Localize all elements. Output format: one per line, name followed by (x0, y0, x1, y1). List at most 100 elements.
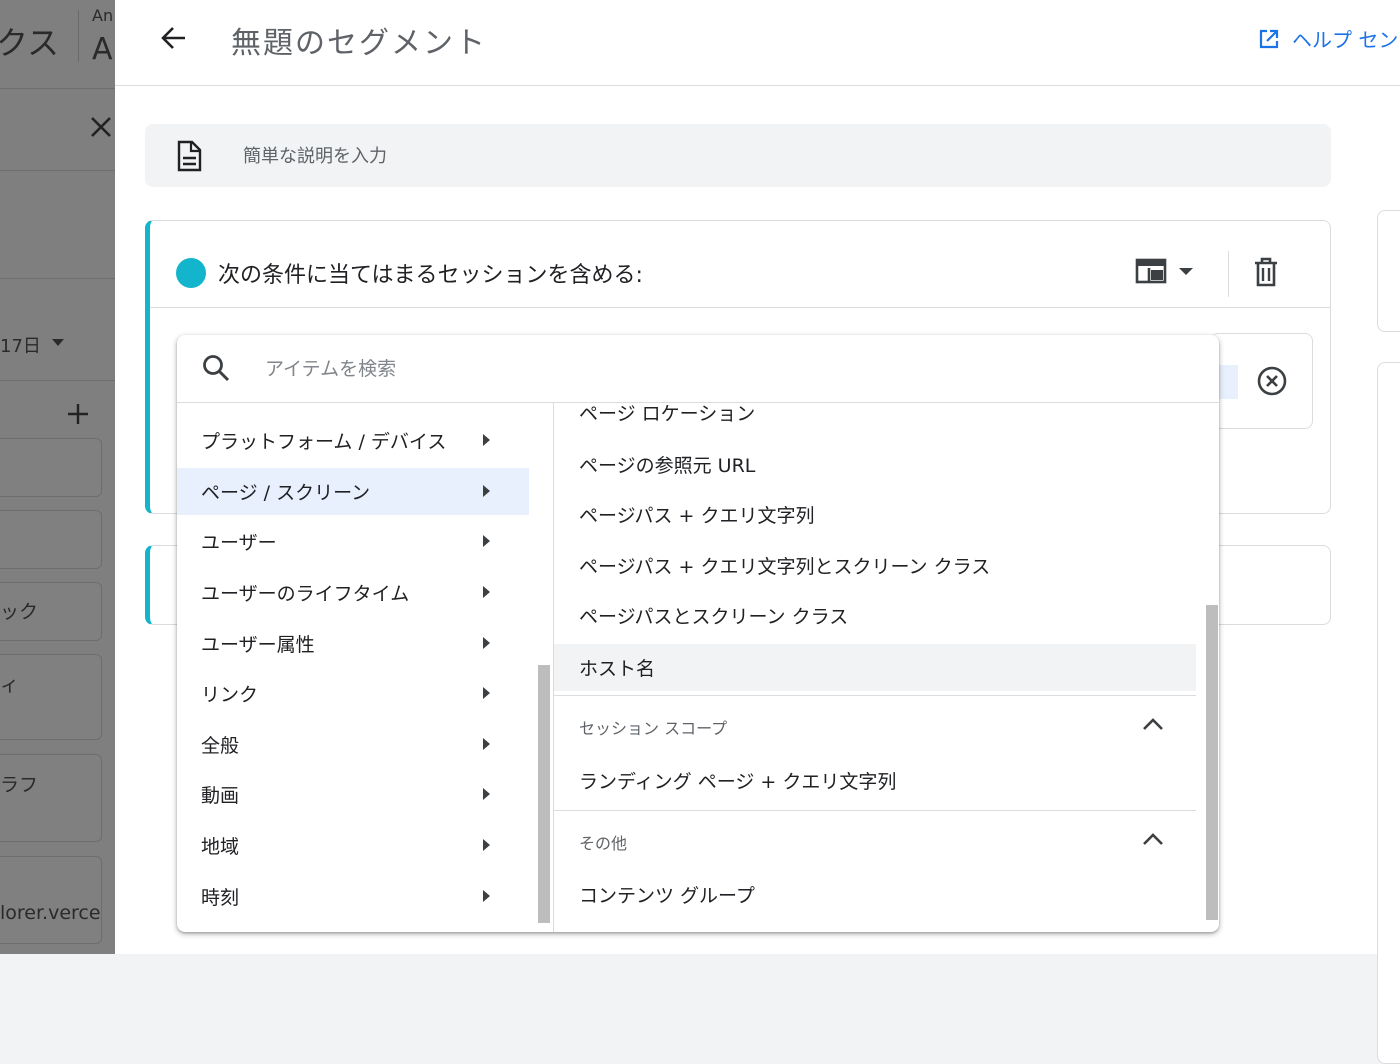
bg-list-item (0, 754, 102, 842)
delete-button[interactable] (1253, 257, 1279, 291)
dimension-list: ページ ロケーション ページの参照元 URL ページパス + クエリ文字列 ペー… (554, 403, 1219, 932)
arrow-left-icon (161, 27, 185, 49)
remove-condition-button[interactable] (1256, 365, 1288, 401)
help-center-label: ヘルプ セン (1292, 28, 1399, 52)
arrow-right-icon (483, 485, 490, 497)
group-header-other[interactable]: その他 (554, 810, 1196, 869)
arrow-right-icon (483, 839, 490, 851)
bg-app-letter: A (92, 32, 113, 67)
category-video[interactable]: 動画 (177, 771, 529, 818)
category-time[interactable]: 時刻 (177, 873, 529, 920)
arrow-right-icon (483, 788, 490, 800)
dimension-scrollbar[interactable] (1206, 605, 1218, 920)
dimension-item[interactable]: ページパス + クエリ文字列とスクリーン クラス (554, 542, 1196, 589)
dimension-item[interactable]: ページの参照元 URL (554, 441, 1196, 488)
arrow-right-icon (483, 586, 490, 598)
chevron-up-icon (1143, 718, 1163, 730)
dimension-label: ページの参照元 URL (579, 455, 756, 477)
bg-title-fragment: クス (0, 24, 60, 62)
bg-list-item (0, 438, 102, 497)
category-general[interactable]: 全般 (177, 721, 529, 768)
caret-down-icon (1179, 267, 1193, 275)
category-label: 動画 (201, 785, 240, 807)
open-in-new-icon (1259, 29, 1279, 48)
side-panel-card (1377, 362, 1400, 1064)
category-label: ユーザーのライフタイム (201, 583, 410, 605)
condition-title: 次の条件に当てはまるセッションを含める: (218, 263, 643, 288)
bg-item-label: ィ (0, 674, 20, 696)
category-scrollbar[interactable] (538, 665, 550, 923)
category-label: ユーザー (201, 532, 277, 554)
bg-divider (0, 170, 115, 171)
dimension-label: ページ ロケーション (579, 403, 756, 425)
cancel-circle-icon (1257, 366, 1287, 396)
bg-url-fragment: lorer.verce (0, 902, 101, 924)
group-header-session-scope[interactable]: セッション スコープ (554, 695, 1196, 754)
arrow-right-icon (483, 687, 490, 699)
page-title: 無題のセグメント (231, 26, 487, 61)
search-icon (203, 355, 230, 382)
category-geography[interactable]: 地域 (177, 822, 529, 869)
bg-list-item (0, 510, 102, 569)
scope-menu-button[interactable] (1135, 257, 1193, 285)
bg-divider (0, 380, 115, 381)
divider (1228, 251, 1229, 297)
dimension-item[interactable]: ページ ロケーション (554, 389, 1196, 436)
dimension-label: コンテンツ グループ (579, 885, 755, 907)
help-center-link[interactable]: ヘルプ セン (1258, 24, 1398, 53)
group-label: セッション スコープ (579, 719, 728, 738)
category-label: 時刻 (201, 887, 240, 909)
category-label: ページ / スクリーン (201, 482, 371, 504)
document-icon (177, 140, 202, 172)
group-label: その他 (579, 834, 628, 853)
chevron-up-icon (1143, 833, 1163, 845)
back-button[interactable] (159, 22, 189, 54)
condition-color-dot (176, 258, 206, 288)
category-list: プラットフォーム / デバイス ページ / スクリーン ユーザー ユーザーのライ… (177, 403, 554, 932)
bg-item-label: ラフ (0, 774, 39, 796)
bg-divider (0, 88, 115, 89)
category-platform-device[interactable]: プラットフォーム / デバイス (177, 417, 529, 464)
close-icon[interactable] (90, 116, 112, 142)
arrow-right-icon (483, 890, 490, 902)
category-user-attributes[interactable]: ユーザー属性 (177, 620, 529, 667)
dimension-label: ページパス + クエリ文字列 (579, 505, 815, 527)
add-icon[interactable] (66, 402, 90, 430)
category-label: 地域 (201, 836, 240, 858)
bg-list-item (0, 654, 102, 740)
dimension-item[interactable]: ページパス + クエリ文字列 (554, 491, 1196, 538)
bg-item-label: ック (0, 601, 39, 623)
bg-divider (78, 10, 79, 62)
category-label: リンク (201, 684, 259, 706)
description-field[interactable]: 簡単な説明を入力 (145, 124, 1331, 187)
header: 無題のセグメント ヘルプ セン (115, 0, 1400, 86)
dimension-label: ホスト名 (579, 658, 656, 680)
trash-icon (1255, 257, 1277, 287)
category-user[interactable]: ユーザー (177, 518, 529, 565)
category-user-lifetime[interactable]: ユーザーのライフタイム (177, 569, 529, 616)
arrow-right-icon (483, 434, 490, 446)
side-panel-card (1377, 210, 1400, 332)
dimension-picker: プラットフォーム / デバイス ページ / スクリーン ユーザー ユーザーのライ… (177, 335, 1219, 932)
description-placeholder: 簡単な説明を入力 (243, 146, 387, 167)
category-page-screen[interactable]: ページ / スクリーン (177, 468, 529, 515)
category-label: 全般 (201, 735, 240, 757)
bg-app-abbrev: An (92, 6, 114, 25)
category-label: ユーザー属性 (201, 634, 315, 656)
search-input[interactable] (263, 353, 867, 385)
bg-divider (0, 278, 115, 279)
dimension-item[interactable]: ランディング ページ + クエリ文字列 (554, 757, 1196, 804)
table-layout-icon (1135, 258, 1167, 284)
bg-date[interactable]: 17日 (0, 332, 41, 358)
dimension-item[interactable]: コンテンツ グループ (554, 871, 1196, 918)
background-panel: クス An A 17日 ック ィ ラフ lorer.verce (0, 0, 115, 954)
dimension-item[interactable]: ページパスとスクリーン クラス (554, 592, 1196, 639)
arrow-right-icon (483, 738, 490, 750)
dimension-label: ページパス + クエリ文字列とスクリーン クラス (579, 556, 991, 578)
dimension-item[interactable]: ホスト名 (554, 644, 1196, 691)
dimension-label: ページパスとスクリーン クラス (579, 606, 849, 628)
category-link[interactable]: リンク (177, 670, 529, 717)
arrow-right-icon (483, 535, 490, 547)
divider (150, 307, 1330, 308)
arrow-right-icon (483, 637, 490, 649)
